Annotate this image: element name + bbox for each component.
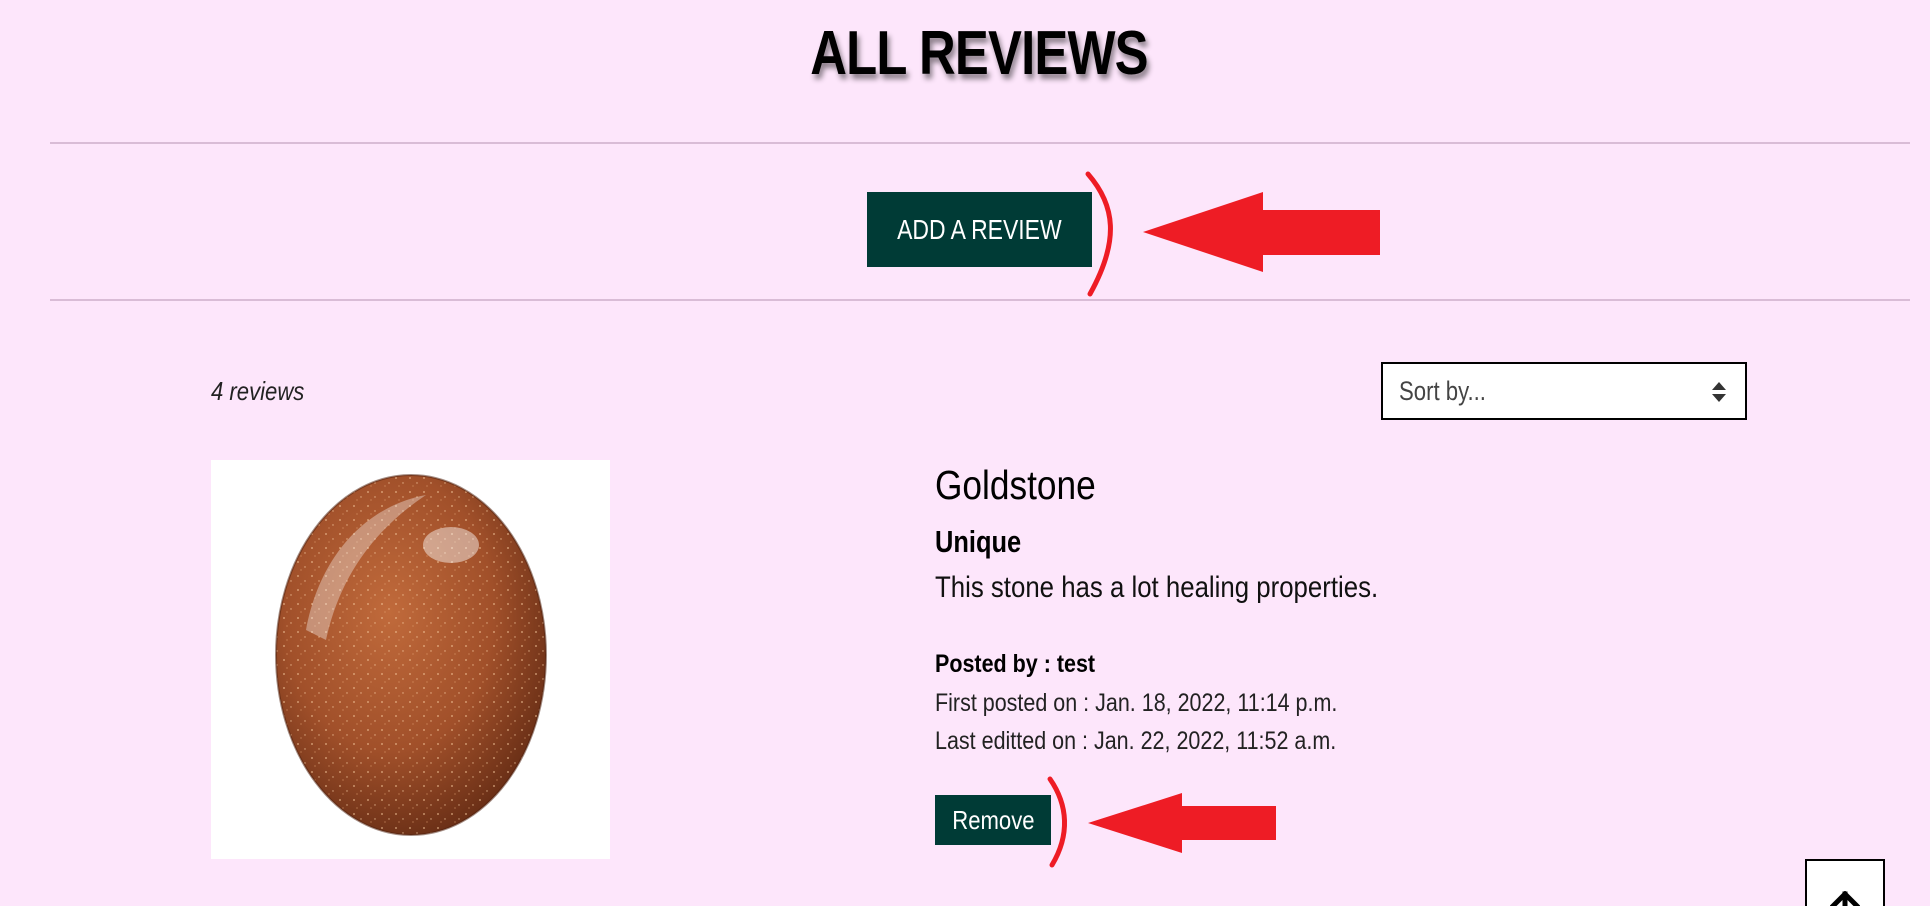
back-to-top-button[interactable] [1805, 859, 1885, 906]
add-review-button[interactable]: ADD A REVIEW [867, 192, 1092, 267]
sort-arrows-icon [1712, 382, 1726, 402]
annotation-arrow-remove [1047, 776, 1276, 868]
sort-select[interactable]: Sort by... [1381, 362, 1747, 420]
review-last-edited: Last editted on : Jan. 22, 2022, 11:52 a… [935, 727, 1337, 755]
review-author: Posted by : test [935, 650, 1096, 678]
remove-label: Remove [951, 804, 1035, 835]
page: ALL REVIEWS ADD A REVIEW 4 reviews Sort … [0, 0, 1930, 906]
divider-top [50, 142, 1910, 144]
divider-bottom [50, 299, 1910, 301]
review-title: Unique [935, 524, 1022, 559]
review-body: This stone has a lot healing properties. [935, 571, 1379, 604]
product-image-goldstone [211, 460, 610, 859]
add-review-label: ADD A REVIEW [897, 213, 1062, 245]
remove-review-button[interactable]: Remove [935, 795, 1051, 845]
page-title: ALL REVIEWS [810, 19, 1148, 88]
review-first-posted: First posted on : Jan. 18, 2022, 11:14 p… [935, 689, 1338, 717]
review-count: 4 reviews [211, 376, 305, 406]
product-name: Goldstone [935, 462, 1096, 508]
annotation-arrow-add-review [1085, 171, 1380, 297]
goldstone-image [275, 474, 547, 836]
sort-select-value: Sort by... [1399, 375, 1486, 406]
arrow-up-icon [1830, 891, 1860, 906]
